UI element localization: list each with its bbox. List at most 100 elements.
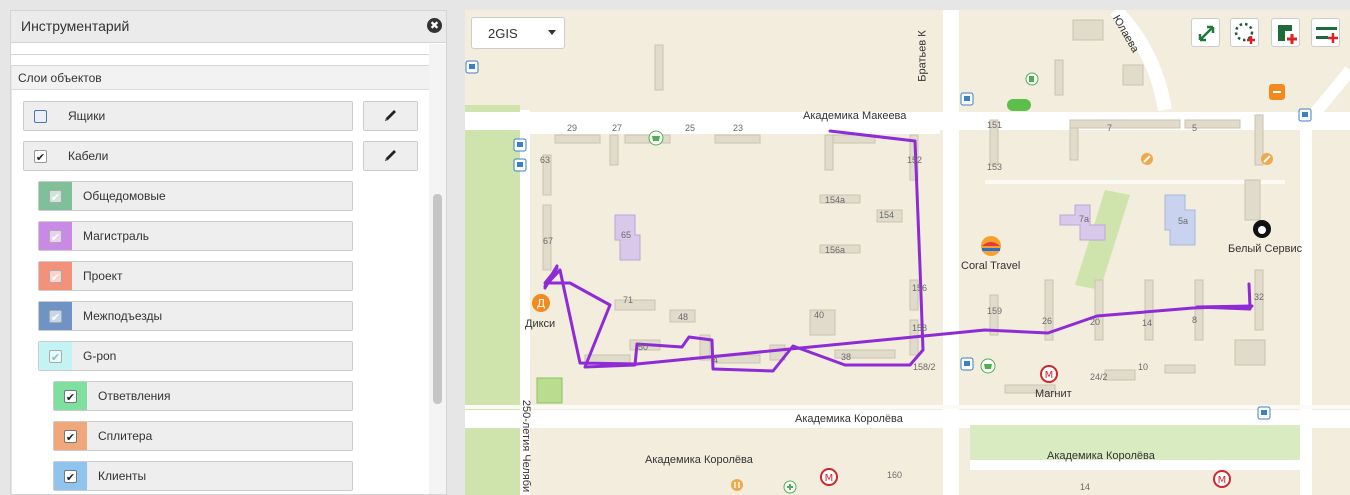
layer-row-entrances[interactable]: ✔ Межподъезды <box>38 301 353 331</box>
house-number: 25 <box>685 123 696 133</box>
poi-magnit-2[interactable]: М <box>820 468 838 491</box>
layer-checkbox-project[interactable]: ✔ <box>49 270 62 284</box>
poi-coral-travel[interactable]: Coral Travel <box>961 235 1036 274</box>
map-view[interactable]: Академика Макеева Академика Королёва Ака… <box>465 10 1350 495</box>
layer-label: Проект <box>83 269 123 283</box>
layer-checkbox-entrances[interactable]: ✔ <box>49 310 62 324</box>
beauty-icon <box>1141 153 1153 165</box>
layer-row-trunk[interactable]: ✔ Магистраль <box>38 221 353 251</box>
beauty-icon <box>1261 153 1273 165</box>
house-number: 159 <box>987 306 1003 316</box>
layer-checkbox-branches[interactable]: ✔ <box>64 390 77 404</box>
house-number: 67 <box>543 236 554 246</box>
cafe-icon <box>731 479 743 491</box>
bus-stop-icon <box>513 158 527 172</box>
layer-row-cables[interactable]: ✔ Кабели <box>23 141 353 171</box>
layer-row-clients[interactable]: ✔ Клиенты <box>53 461 353 491</box>
house-number: 23 <box>733 123 744 133</box>
panel-scrollbar[interactable] <box>429 44 446 494</box>
layer-row-project[interactable]: ✔ Проект <box>38 261 353 291</box>
layer-checkbox-house[interactable]: ✔ <box>49 190 62 204</box>
street-label-korolyova: Академика Королёва <box>795 413 903 425</box>
service-icon <box>1269 84 1285 100</box>
bus-stop-icon <box>1298 108 1312 122</box>
house-number: 160 <box>887 470 903 480</box>
house-number: 5 <box>1192 123 1198 133</box>
layer-row-branches[interactable]: ✔ Ответвления <box>53 381 353 411</box>
layer-row-splitters[interactable]: ✔ Сплитера <box>53 421 353 451</box>
house-number: 48 <box>678 312 689 322</box>
layer-label: Межподъезды <box>83 309 163 323</box>
house-number: 63 <box>540 155 551 165</box>
house-number: 151 <box>987 120 1003 130</box>
select-area-button[interactable] <box>1230 18 1259 47</box>
coral-travel-icon <box>981 236 1001 256</box>
chevron-down-icon <box>548 30 556 35</box>
layer-checkbox-splitters[interactable]: ✔ <box>64 430 77 444</box>
magnit-icon: М <box>1040 365 1058 383</box>
layer-label: Ящики <box>68 109 106 123</box>
edit-boxes-button[interactable] <box>363 101 418 131</box>
layer-label: G-pon <box>83 349 117 363</box>
house-number: 154 <box>879 210 895 220</box>
panel-scrollbar-thumb[interactable] <box>433 194 442 404</box>
layer-checkbox-cables[interactable]: ✔ <box>34 150 47 164</box>
magnit-icon: М <box>820 468 838 486</box>
bus-stop-icon <box>1257 406 1271 420</box>
house-number: 152 <box>907 155 923 165</box>
layer-checkbox-trunk[interactable]: ✔ <box>49 230 62 244</box>
panel-title: Инструментарий <box>21 18 130 34</box>
map-canvas <box>465 10 1350 495</box>
poi-magnit[interactable]: М Магнит <box>1035 365 1072 400</box>
magnit-icon: М <box>1213 470 1231 488</box>
house-number: 50 <box>638 342 649 352</box>
layer-row-gpon[interactable]: ✔ G-pon <box>38 341 353 371</box>
fuel-icon <box>1025 72 1039 86</box>
add-object-button[interactable] <box>1271 18 1300 47</box>
house-number: 158/2 <box>913 362 936 372</box>
svg-text:Д: Д <box>537 297 546 310</box>
house-number: 154а <box>825 195 846 205</box>
poi-label: Магнит <box>1035 388 1072 400</box>
layers-section-title: Слои объектов <box>18 71 102 85</box>
add-object-icon <box>1278 25 1297 44</box>
edit-cables-button[interactable] <box>363 141 418 171</box>
close-icon[interactable]: ✖ <box>427 18 442 33</box>
layer-label: Сплитера <box>98 429 153 443</box>
house-number: 26 <box>1042 316 1053 326</box>
pharmacy-icon <box>783 480 797 494</box>
layers-section: Слои объектов Ящики ✔ Кабели ✔ Общедомов… <box>11 65 429 494</box>
house-number: 38 <box>841 352 852 362</box>
layer-checkbox-clients[interactable]: ✔ <box>64 470 77 484</box>
layer-row-boxes[interactable]: Ящики <box>23 101 353 131</box>
house-number: 65 <box>621 230 632 240</box>
poi-dixi[interactable]: Д Дикси <box>525 293 555 330</box>
layer-label: Магистраль <box>83 229 149 243</box>
app-root: Инструментарий ✖ Слои объектов Ящики ✔ К… <box>0 0 1350 495</box>
house-number: 24/2 <box>1090 372 1108 382</box>
house-number: 156а <box>825 245 846 255</box>
layer-checkbox-boxes[interactable] <box>34 110 47 123</box>
poi-label: Coral Travel <box>961 260 1021 272</box>
house-number: 29 <box>567 123 578 133</box>
toolkit-panel: Инструментарий ✖ Слои объектов Ящики ✔ К… <box>10 10 447 495</box>
layer-row-house[interactable]: ✔ Общедомовые <box>38 181 353 211</box>
add-layer-icon <box>1316 27 1338 43</box>
poi-label: Дикси <box>525 318 556 330</box>
house-number: 7 <box>1107 123 1113 133</box>
poi-magnit-3[interactable]: М <box>1213 470 1231 493</box>
house-number: 7а <box>1079 214 1090 224</box>
fullscreen-button[interactable] <box>1191 18 1220 47</box>
panel-header: Инструментарий ✖ <box>11 11 446 43</box>
dixi-icon: Д <box>532 294 550 312</box>
layer-label: Ответвления <box>98 389 171 403</box>
layer-checkbox-gpon[interactable]: ✔ <box>49 350 62 364</box>
layers-section-header[interactable]: Слои объектов <box>12 66 429 90</box>
road-bratyev <box>943 10 959 495</box>
map-provider-select[interactable]: 2GIS <box>471 17 565 49</box>
add-layer-button[interactable] <box>1311 18 1340 47</box>
house-number: 14 <box>1080 482 1091 492</box>
poi-belyi-servis[interactable]: Белый Сервис <box>1228 220 1302 255</box>
bus-stop-icon <box>465 60 479 74</box>
pencil-icon <box>385 150 396 161</box>
